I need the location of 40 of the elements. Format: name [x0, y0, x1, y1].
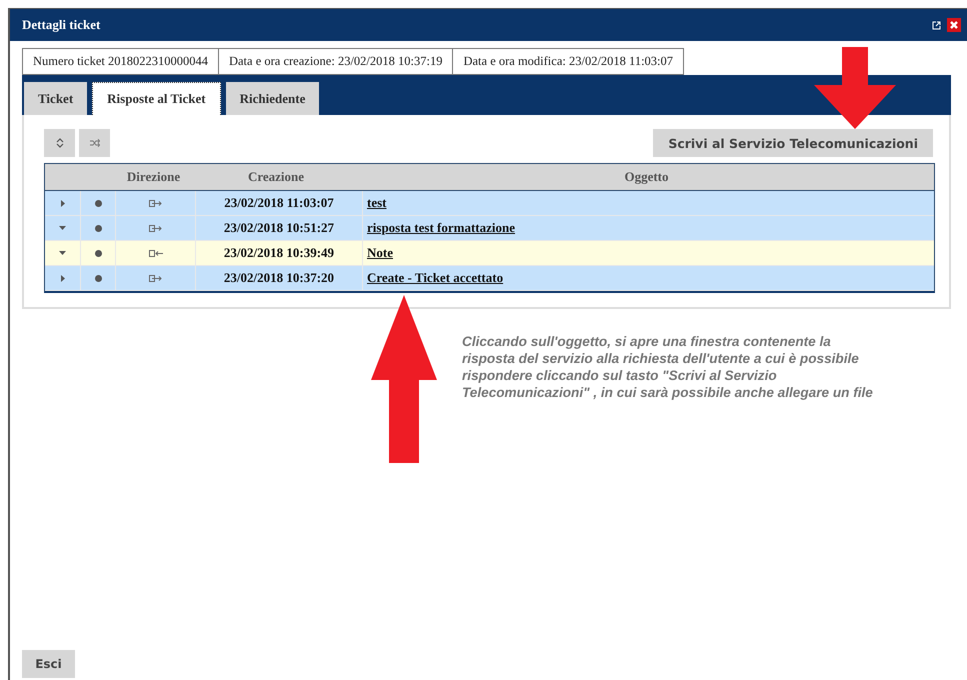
dot-icon — [94, 200, 102, 206]
table-cell: 23/02/2018 11:03:07 — [196, 191, 363, 215]
dot-icon — [94, 224, 102, 232]
table-row[interactable]: 23/02/2018 10:51:27 risposta test formattazione — [45, 216, 934, 241]
down-arrow-icon — [814, 47, 896, 129]
shuffle-button[interactable] — [79, 129, 110, 157]
table-cell: 23/02/2018 10:39:49 — [196, 241, 363, 265]
subject-link[interactable]: risposta test formattazione — [367, 220, 516, 236]
annotation-text: Cliccando sull'oggetto, si apre una finestra contenente la risposta del servizio alla richiesta dell'utente a cui è possibile rispondere cliccando sul tasto "Scrivi al Servizio Telecomunicazioni" , in cui sarà possibile anche allegare un file — [462, 333, 874, 401]
info-field: Data e ora creazione: 23/02/2018 10:37:19 — [218, 48, 454, 75]
shuffle-icon — [90, 139, 100, 147]
caret-right-icon[interactable] — [60, 200, 64, 206]
tab[interactable]: Ticket — [24, 82, 88, 115]
chevrons-icon — [56, 138, 64, 148]
subject-link[interactable]: Create - Ticket accettato — [367, 270, 504, 286]
caret-down-icon[interactable] — [59, 251, 66, 255]
info-field: Numero ticket 2018022310000044 — [22, 48, 219, 75]
table-row[interactable]: 23/02/2018 10:37:20 Create - Ticket accettato — [45, 266, 934, 291]
subject-link[interactable]: Note — [367, 245, 393, 261]
window-title: Dettagli ticket — [22, 17, 102, 33]
table-row[interactable]: 23/02/2018 10:39:49 Note — [45, 241, 934, 266]
tab[interactable]: Risposte al Ticket — [92, 82, 221, 115]
exit-button[interactable]: Esci — [22, 650, 75, 678]
write-button[interactable]: Scrivi al Servizio Telecomunicazioni — [653, 129, 933, 157]
dot-icon — [94, 250, 102, 256]
column-header: Oggetto — [623, 169, 670, 185]
up-arrow-icon — [371, 295, 437, 463]
column-header: Direzione — [126, 169, 182, 185]
table-cell: 23/02/2018 10:37:20 — [196, 266, 363, 290]
dot-icon — [94, 274, 102, 282]
tab[interactable]: Richiedente — [226, 82, 320, 115]
column-header: Creazione — [246, 169, 306, 185]
close-icon[interactable] — [947, 18, 961, 32]
info-field: Data e ora modifica: 23/02/2018 11:03:07 — [452, 48, 684, 75]
caret-down-icon[interactable] — [59, 226, 66, 230]
subject-link[interactable]: test — [367, 195, 386, 211]
table-cell: 23/02/2018 10:51:27 — [196, 216, 363, 240]
caret-right-icon[interactable] — [60, 274, 64, 282]
popout-icon[interactable] — [932, 20, 941, 30]
table-row[interactable]: 23/02/2018 11:03:07 test — [45, 191, 934, 216]
